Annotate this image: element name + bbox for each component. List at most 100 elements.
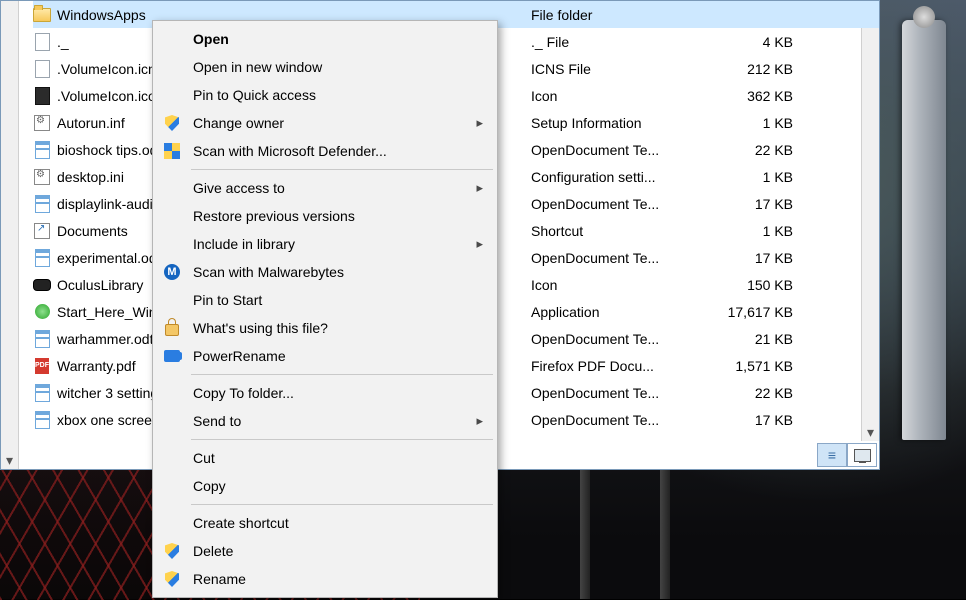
- file-type: ICNS File: [531, 61, 703, 77]
- file-type: Application: [531, 304, 703, 320]
- ctx-open-new-window[interactable]: Open in new window: [155, 53, 495, 81]
- file-type: ._ File: [531, 34, 703, 50]
- malwarebytes-icon: M: [163, 263, 181, 281]
- ctx-pin-quick-access[interactable]: Pin to Quick access: [155, 81, 495, 109]
- ctx-open-label: Open: [193, 31, 229, 47]
- scroll-down-icon[interactable]: ▾: [1, 452, 18, 469]
- ctx-separator: [191, 374, 493, 375]
- ctx-powerrename-label: PowerRename: [193, 348, 286, 364]
- file-size: 17 KB: [703, 196, 801, 212]
- file-type: Configuration setti...: [531, 169, 703, 185]
- ctx-copy-label: Copy: [193, 478, 226, 494]
- file-icon: [33, 6, 51, 24]
- file-size: 17 KB: [703, 412, 801, 428]
- file-icon: [33, 303, 51, 321]
- file-icon: [33, 249, 51, 267]
- ctx-restore-label: Restore previous versions: [193, 208, 355, 224]
- file-icon: [33, 195, 51, 213]
- ctx-restore-previous[interactable]: Restore previous versions: [155, 202, 495, 230]
- file-icon: [33, 330, 51, 348]
- shield-icon: [163, 114, 181, 132]
- chevron-right-icon: ▸: [476, 413, 483, 429]
- chevron-right-icon: ▸: [476, 180, 483, 196]
- ctx-change-owner[interactable]: Change owner ▸: [155, 109, 495, 137]
- file-size: 17,617 KB: [703, 304, 801, 320]
- file-type: Icon: [531, 277, 703, 293]
- file-type: OpenDocument Te...: [531, 412, 703, 428]
- file-icon: [33, 276, 51, 294]
- file-icon: [33, 114, 51, 132]
- ctx-rename-label: Rename: [193, 571, 246, 587]
- ctx-include-in-library[interactable]: Include in library ▸: [155, 230, 495, 258]
- file-icon: [33, 384, 51, 402]
- ctx-copy-to-folder[interactable]: Copy To folder...: [155, 379, 495, 407]
- ctx-open-new-label: Open in new window: [193, 59, 322, 75]
- ctx-separator: [191, 504, 493, 505]
- ctx-cut-label: Cut: [193, 450, 215, 466]
- ctx-separator: [191, 169, 493, 170]
- details-view-button[interactable]: ≡: [817, 443, 847, 467]
- file-type: OpenDocument Te...: [531, 250, 703, 266]
- file-icon: [33, 33, 51, 51]
- file-size: 1 KB: [703, 115, 801, 131]
- ctx-pin-to-start[interactable]: Pin to Start: [155, 286, 495, 314]
- chevron-right-icon: ▸: [476, 115, 483, 131]
- ctx-scan-defender[interactable]: Scan with Microsoft Defender...: [155, 137, 495, 165]
- file-size: 212 KB: [703, 61, 801, 77]
- ctx-delete[interactable]: Delete: [155, 537, 495, 565]
- file-type: Setup Information: [531, 115, 703, 131]
- ctx-scan-malwarebytes[interactable]: M Scan with Malwarebytes: [155, 258, 495, 286]
- ctx-copy-to-label: Copy To folder...: [193, 385, 294, 401]
- ctx-rename[interactable]: Rename: [155, 565, 495, 593]
- ctx-send-to-label: Send to: [193, 413, 241, 429]
- defender-icon: [163, 142, 181, 160]
- file-size: 1 KB: [703, 169, 801, 185]
- ctx-cut[interactable]: Cut: [155, 444, 495, 472]
- file-type: OpenDocument Te...: [531, 385, 703, 401]
- ctx-powerrename[interactable]: PowerRename: [155, 342, 495, 370]
- ctx-copy[interactable]: Copy: [155, 472, 495, 500]
- file-icon: [33, 60, 51, 78]
- ctx-separator: [191, 439, 493, 440]
- ctx-give-access-label: Give access to: [193, 180, 285, 196]
- file-type: OpenDocument Te...: [531, 196, 703, 212]
- file-size: 17 KB: [703, 250, 801, 266]
- file-type: Firefox PDF Docu...: [531, 358, 703, 374]
- ctx-mwb-label: Scan with Malwarebytes: [193, 264, 344, 280]
- file-size: 1 KB: [703, 223, 801, 239]
- shield-icon: [163, 542, 181, 560]
- nav-pane-scrollbar[interactable]: ▾: [1, 1, 19, 469]
- file-icon: [33, 141, 51, 159]
- ctx-defender-label: Scan with Microsoft Defender...: [193, 143, 387, 159]
- ctx-whats-using-file[interactable]: What's using this file?: [155, 314, 495, 342]
- file-type: Shortcut: [531, 223, 703, 239]
- file-size: 21 KB: [703, 331, 801, 347]
- file-size: 22 KB: [703, 142, 801, 158]
- ctx-change-owner-label: Change owner: [193, 115, 284, 131]
- ctx-pin-qa-label: Pin to Quick access: [193, 87, 316, 103]
- file-size: 150 KB: [703, 277, 801, 293]
- ctx-create-shortcut-label: Create shortcut: [193, 515, 289, 531]
- file-icon: [33, 411, 51, 429]
- view-switcher: ≡: [817, 443, 877, 467]
- shield-icon: [163, 570, 181, 588]
- thumbnails-view-button[interactable]: [847, 443, 877, 467]
- file-type: OpenDocument Te...: [531, 142, 703, 158]
- ctx-send-to[interactable]: Send to ▸: [155, 407, 495, 435]
- file-size: 1,571 KB: [703, 358, 801, 374]
- chevron-right-icon: ▸: [476, 236, 483, 252]
- file-icon: [33, 222, 51, 240]
- file-type: File folder: [531, 7, 703, 23]
- ctx-give-access-to[interactable]: Give access to ▸: [155, 174, 495, 202]
- ctx-create-shortcut[interactable]: Create shortcut: [155, 509, 495, 537]
- powerrename-icon: [163, 347, 181, 365]
- lock-icon: [163, 319, 181, 337]
- context-menu[interactable]: Open Open in new window Pin to Quick acc…: [152, 20, 498, 598]
- file-size: 22 KB: [703, 385, 801, 401]
- file-size: 362 KB: [703, 88, 801, 104]
- ctx-delete-label: Delete: [193, 543, 233, 559]
- ctx-whats-using-label: What's using this file?: [193, 320, 328, 336]
- ctx-open[interactable]: Open: [155, 25, 495, 53]
- file-size: 4 KB: [703, 34, 801, 50]
- file-type: OpenDocument Te...: [531, 331, 703, 347]
